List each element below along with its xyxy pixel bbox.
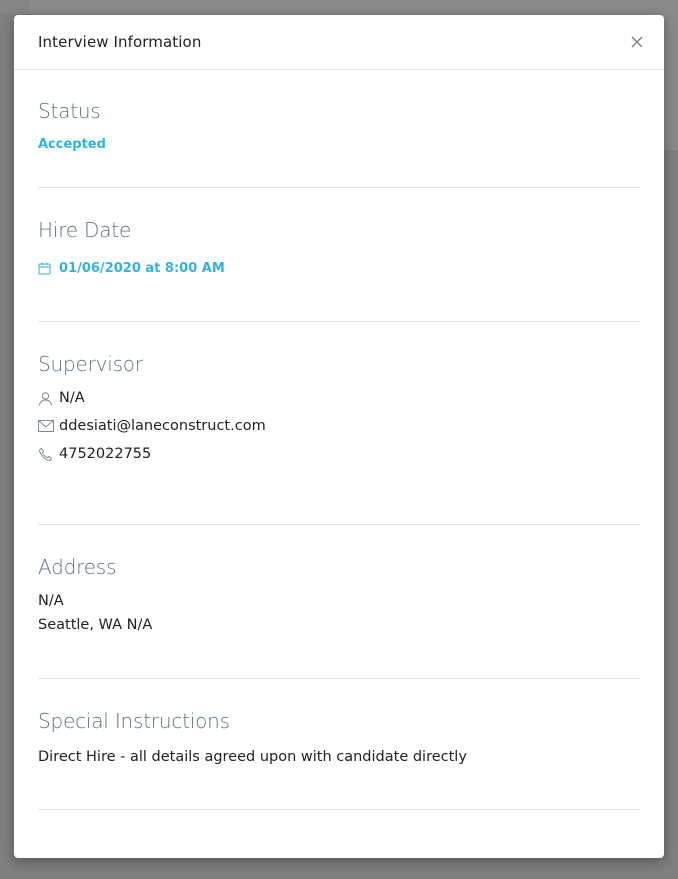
supervisor-name-row: N/A [38, 390, 640, 406]
user-icon [38, 390, 56, 406]
divider [38, 321, 640, 322]
supervisor-name: N/A [59, 390, 85, 406]
modal-title: Interview Information [38, 33, 202, 51]
special-instructions-section: Special Instructions Direct Hire - all d… [38, 709, 640, 769]
supervisor-phone-link[interactable]: 4752022755 [59, 446, 151, 462]
divider [38, 187, 640, 188]
status-value: Accepted [38, 137, 106, 152]
mail-icon [38, 418, 56, 434]
close-button[interactable] [628, 33, 646, 51]
address-section: Address N/A Seattle, WA N/A [38, 555, 640, 637]
hire-date-row: 01/06/2020 at 8:00 AM [38, 260, 640, 276]
status-section: Status Accepted [38, 99, 640, 152]
address-line-1: N/A [38, 593, 64, 609]
hire-date-section: Hire Date 01/06/2020 at 8:00 AM [38, 218, 640, 276]
status-heading: Status [38, 99, 101, 123]
special-instructions-text: Direct Hire - all details agreed upon wi… [38, 749, 467, 765]
supervisor-email-row: ddesiati@laneconstruct.com [38, 418, 640, 434]
calendar-icon [38, 260, 56, 276]
address-heading: Address [38, 555, 117, 579]
divider [38, 678, 640, 679]
modal-header: Interview Information [14, 15, 664, 70]
supervisor-section: Supervisor N/A ddesiati@laneconstruct.co… [38, 352, 640, 462]
address-line-2: Seattle, WA N/A [38, 617, 153, 633]
supervisor-email-link[interactable]: ddesiati@laneconstruct.com [59, 418, 266, 434]
phone-icon [38, 446, 56, 462]
interview-information-modal: Interview Information Status Accepted Hi… [14, 15, 664, 858]
divider [38, 809, 640, 810]
supervisor-heading: Supervisor [38, 352, 143, 376]
divider [38, 524, 640, 525]
hire-date-value: 01/06/2020 at 8:00 AM [59, 260, 225, 276]
special-instructions-heading: Special Instructions [38, 709, 230, 733]
close-icon [631, 36, 643, 48]
supervisor-phone-row: 4752022755 [38, 446, 640, 462]
hire-date-heading: Hire Date [38, 218, 132, 242]
